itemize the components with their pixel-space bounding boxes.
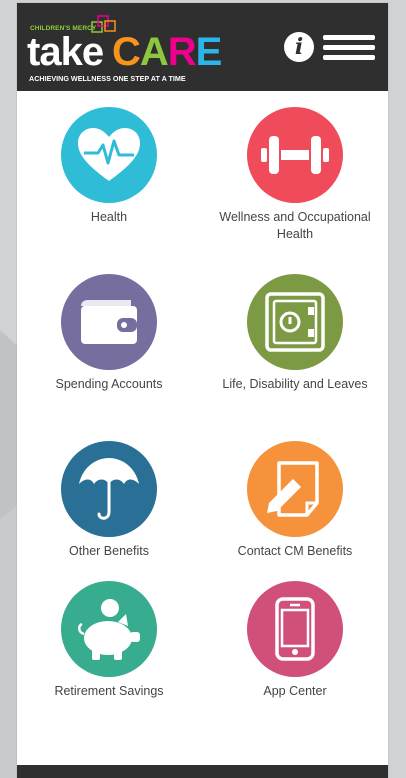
tile-life-disability-leaves[interactable]: Life, Disability and Leaves (203, 274, 387, 393)
brand-care-text: CARE (112, 30, 223, 74)
tile-spending-accounts[interactable]: Spending Accounts (17, 274, 201, 393)
takecare-logo[interactable]: CHILDREN'S MERCY take CARE ACHIEVING WEL… (25, 12, 230, 84)
app-center-circle (247, 581, 343, 677)
tile-label: Other Benefits (69, 544, 149, 558)
tagline: ACHIEVING WELLNESS ONE STEP AT A TIME (29, 74, 186, 83)
tile-label: Contact CM Benefits (237, 544, 353, 558)
hamburger-line (323, 55, 375, 60)
brand-take-text: take (27, 30, 104, 74)
care-letter-r: R (167, 30, 197, 74)
wallet-icon (81, 300, 137, 344)
info-button[interactable]: i (284, 32, 314, 62)
note-pencil-icon (267, 461, 319, 517)
other-benefits-circle (61, 441, 157, 537)
care-letter-a: A (139, 30, 169, 74)
tile-label: Retirement Savings (54, 684, 164, 698)
tile-label: App Center (263, 684, 327, 698)
retirement-circle (61, 581, 157, 677)
umbrella-icon (79, 458, 139, 520)
tile-label: Life, Disability and Leaves (222, 377, 368, 391)
info-icon: i (294, 34, 304, 60)
dumbbell-icon (261, 136, 329, 174)
app-screen: CHILDREN'S MERCY take CARE ACHIEVING WEL… (17, 3, 388, 778)
piggy-bank-icon (78, 599, 140, 660)
hamburger-line (323, 35, 375, 40)
tile-other-benefits[interactable]: Other Benefits (17, 441, 201, 560)
app-footer (17, 765, 388, 778)
menu-button[interactable] (323, 35, 375, 61)
tile-label: Health (90, 210, 128, 224)
life-circle (247, 274, 343, 370)
tile-retirement-savings[interactable]: Retirement Savings (17, 581, 201, 700)
safe-icon (265, 292, 325, 352)
smartphone-icon (275, 597, 315, 661)
tile-health[interactable]: Health (17, 107, 201, 226)
tile-contact-cm-benefits[interactable]: Contact CM Benefits (203, 441, 387, 560)
care-letter-e: E (195, 30, 223, 74)
tile-label: Wellness and Occupational Health (219, 210, 371, 241)
tile-label: Spending Accounts (55, 377, 163, 391)
app-header: CHILDREN'S MERCY take CARE ACHIEVING WEL… (17, 3, 388, 91)
tile-wellness[interactable]: Wellness and Occupational Health (203, 107, 387, 243)
spending-circle (61, 274, 157, 370)
contact-circle (247, 441, 343, 537)
hamburger-line (323, 45, 375, 50)
wellness-circle (247, 107, 343, 203)
heart-pulse-icon (78, 128, 140, 181)
health-circle (61, 107, 157, 203)
tile-app-center[interactable]: App Center (203, 581, 387, 700)
care-letter-c: C (112, 30, 141, 74)
